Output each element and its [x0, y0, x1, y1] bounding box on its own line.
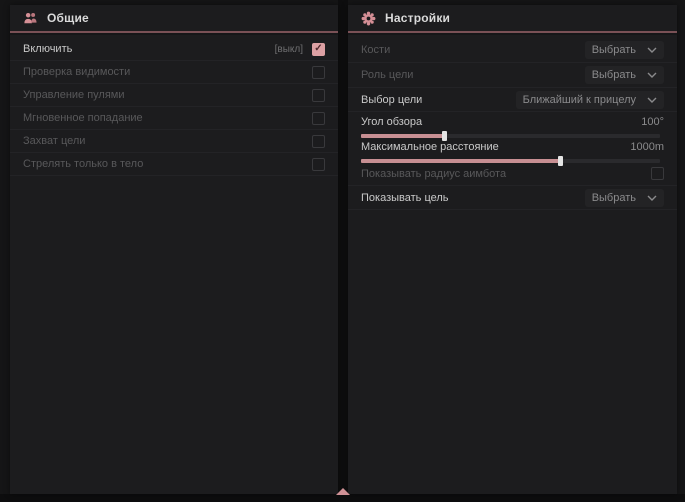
settings-row: Мгновенное попадание — [10, 107, 338, 130]
row-label: Угол обзора — [361, 116, 422, 128]
settings-row: Выбор цели Ближайший к прицелу — [348, 88, 677, 112]
users-icon — [23, 11, 38, 26]
slider-fill — [361, 159, 560, 163]
slider-handle[interactable] — [558, 156, 563, 166]
row-controls — [312, 89, 325, 102]
row-controls — [312, 158, 325, 171]
panel-title: Общие — [47, 11, 89, 25]
bottom-strip — [0, 494, 685, 502]
row-controls: Выбрать — [585, 41, 664, 59]
slider-row: Угол обзора 100° — [348, 112, 677, 137]
row-controls — [312, 66, 325, 79]
settings-rows: Кости Выбрать Роль цели Выбрать Выбор цели Бл… — [348, 35, 677, 210]
keybind-hint: [выкл] — [275, 44, 303, 55]
dropdown-value: Ближайший к прицелу — [523, 94, 636, 106]
dropdown[interactable]: Ближайший к прицелу — [516, 91, 664, 109]
checkbox[interactable] — [651, 167, 664, 180]
row-label: Стрелять только в тело — [23, 158, 143, 170]
chevron-down-icon — [647, 97, 657, 103]
panel-gutter — [338, 0, 348, 502]
row-controls — [651, 167, 664, 180]
checkbox[interactable] — [312, 158, 325, 171]
row-label: Показывать радиус аимбота — [361, 168, 506, 180]
chevron-down-icon — [647, 195, 657, 201]
slider-handle[interactable] — [442, 131, 447, 141]
panel-title: Настройки — [385, 11, 450, 25]
dropdown[interactable]: Выбрать — [585, 66, 664, 84]
dropdown[interactable]: Выбрать — [585, 41, 664, 59]
row-controls — [312, 112, 325, 125]
settings-row: Роль цели Выбрать — [348, 63, 677, 88]
settings-row: Управление пулями — [10, 84, 338, 107]
slider-value: 1000m — [630, 141, 664, 153]
checkbox[interactable] — [312, 89, 325, 102]
row-label: Управление пулями — [23, 89, 125, 101]
row-controls: [выкл] — [275, 43, 325, 56]
scroll-up-indicator[interactable] — [336, 488, 350, 495]
slider-fill — [361, 134, 444, 138]
slider-track[interactable] — [361, 159, 660, 163]
dropdown-value: Выбрать — [592, 192, 636, 204]
settings-row: Показывать радиус аимбота — [348, 162, 677, 186]
general-panel: Общие Включить [выкл] Проверка видимости Уп… — [10, 5, 338, 494]
row-label: Кости — [361, 44, 390, 56]
slider-value: 100° — [641, 116, 664, 128]
checkbox[interactable] — [312, 66, 325, 79]
row-label: Выбор цели — [361, 94, 422, 106]
row-controls — [312, 135, 325, 148]
chevron-down-icon — [647, 72, 657, 78]
dropdown[interactable]: Выбрать — [585, 189, 664, 207]
slider-row-top: Угол обзора 100° — [361, 114, 664, 130]
dropdown-value: Выбрать — [592, 69, 636, 81]
slider-row-top: Максимальное расстояние 1000m — [361, 139, 664, 155]
row-controls: Выбрать — [585, 189, 664, 207]
settings-row: Проверка видимости — [10, 61, 338, 84]
settings-row: Включить [выкл] — [10, 38, 338, 61]
settings-panel: Настройки Кости Выбрать Роль цели Выбрать Вы… — [348, 5, 677, 494]
row-controls: Ближайший к прицелу — [516, 91, 664, 109]
row-controls: Выбрать — [585, 66, 664, 84]
chevron-down-icon — [647, 47, 657, 53]
slider-track[interactable] — [361, 134, 660, 138]
row-label: Показывать цель — [361, 192, 449, 204]
checkbox[interactable] — [312, 43, 325, 56]
dropdown-value: Выбрать — [592, 44, 636, 56]
row-label: Проверка видимости — [23, 66, 130, 78]
settings-row: Захват цели — [10, 130, 338, 153]
checkbox[interactable] — [312, 135, 325, 148]
settings-row: Показывать цель Выбрать — [348, 186, 677, 210]
settings-row: Стрелять только в тело — [10, 153, 338, 176]
general-rows: Включить [выкл] Проверка видимости Управлен… — [10, 35, 338, 176]
row-label: Включить — [23, 43, 72, 55]
slider-row: Максимальное расстояние 1000m — [348, 137, 677, 162]
general-panel-header[interactable]: Общие — [10, 5, 338, 31]
row-label: Максимальное расстояние — [361, 141, 499, 153]
row-label: Роль цели — [361, 69, 413, 81]
settings-panel-header[interactable]: Настройки — [348, 5, 677, 31]
settings-row: Кости Выбрать — [348, 38, 677, 63]
row-label: Захват цели — [23, 135, 85, 147]
gear-icon — [361, 11, 376, 26]
checkbox[interactable] — [312, 112, 325, 125]
row-label: Мгновенное попадание — [23, 112, 143, 124]
